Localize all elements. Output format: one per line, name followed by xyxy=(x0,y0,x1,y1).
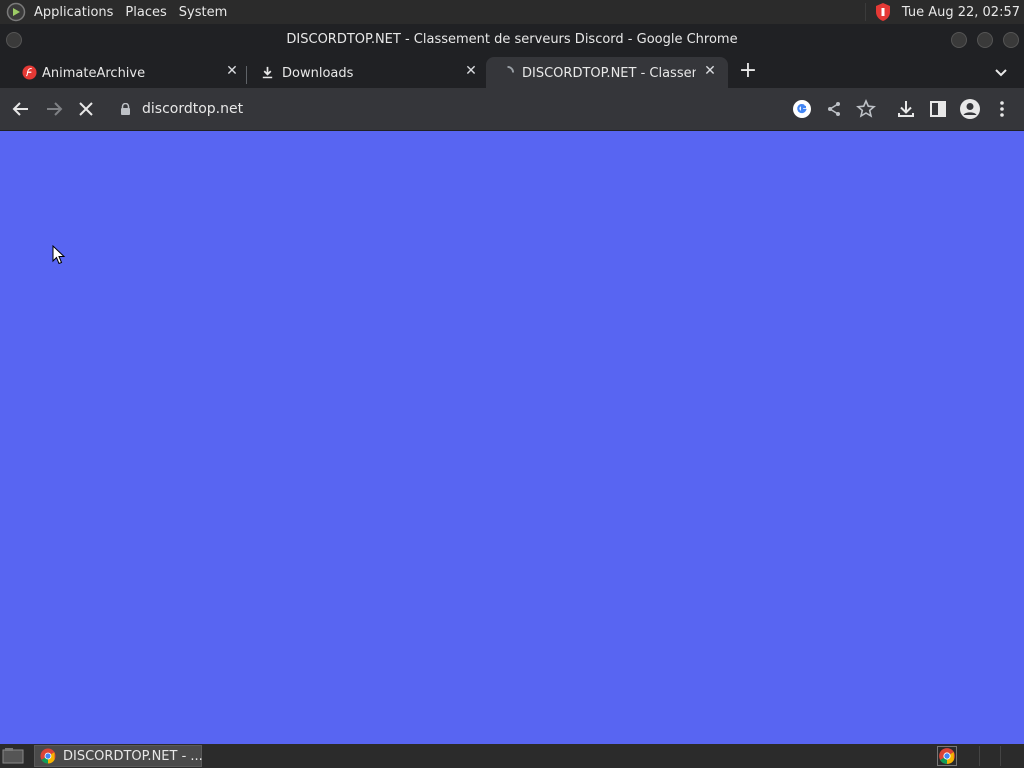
task-label: DISCORDTOP.NET - ... xyxy=(63,749,203,764)
loading-icon xyxy=(507,65,515,73)
chrome-icon[interactable] xyxy=(937,746,957,766)
chrome-icon xyxy=(40,748,56,764)
tab-label: AnimateArchive xyxy=(42,66,146,81)
applications-menu[interactable]: Applications xyxy=(34,5,113,20)
lock-icon[interactable] xyxy=(120,103,131,115)
show-desktop-icon[interactable] xyxy=(2,747,24,765)
bookmark-star-icon[interactable] xyxy=(855,98,877,120)
workspace-3[interactable] xyxy=(1001,746,1020,766)
close-window-button[interactable] xyxy=(1003,32,1019,48)
tab-label: Downloads xyxy=(282,66,354,81)
maximize-button[interactable] xyxy=(977,32,993,48)
new-tab-button[interactable]: + xyxy=(736,60,760,84)
tab-label: DISCORDTOP.NET - Classement de serveurs … xyxy=(522,66,696,81)
system-top-bar: Applications Places System Tue Aug 22, 0… xyxy=(0,0,1024,24)
tab-downloads[interactable]: Downloads ✕ xyxy=(248,57,484,88)
tab-strip: AnimateArchive ✕ Downloads ✕ DISCORDTOP.… xyxy=(0,55,1024,88)
profile-avatar-icon[interactable] xyxy=(959,98,981,120)
browser-toolbar: discordtop.net xyxy=(0,88,1024,131)
forward-arrow-icon[interactable] xyxy=(43,98,65,120)
google-lens-icon[interactable] xyxy=(791,98,813,120)
shield-icon[interactable] xyxy=(874,2,892,22)
window-title: DISCORDTOP.NET - Classement de serveurs … xyxy=(286,32,738,47)
mint-logo-icon[interactable] xyxy=(6,2,26,22)
more-menu-icon[interactable] xyxy=(991,98,1013,120)
system-menu[interactable]: System xyxy=(179,5,227,20)
url-text[interactable]: discordtop.net xyxy=(142,101,243,117)
tray-separator xyxy=(864,3,866,21)
page-content[interactable] xyxy=(0,131,1024,744)
side-panel-icon[interactable] xyxy=(927,98,949,120)
taskbar-chrome-window[interactable]: DISCORDTOP.NET - ... xyxy=(34,745,203,767)
tab-close-icon[interactable]: ✕ xyxy=(464,64,478,78)
download-icon[interactable] xyxy=(895,98,917,120)
address-bar[interactable]: discordtop.net xyxy=(110,93,882,125)
tab-close-icon[interactable]: ✕ xyxy=(225,64,239,78)
clock[interactable]: Tue Aug 22, 02:57 xyxy=(902,5,1020,20)
minimize-button[interactable] xyxy=(951,32,967,48)
workspace-switcher[interactable] xyxy=(960,746,1020,766)
workspace-2[interactable] xyxy=(980,746,1001,766)
stop-loading-icon[interactable] xyxy=(75,98,97,120)
flash-icon xyxy=(22,65,37,80)
mouse-cursor-icon xyxy=(52,245,66,265)
tab-discordtop[interactable]: DISCORDTOP.NET - Classement de serveurs … xyxy=(486,57,728,88)
back-arrow-icon[interactable] xyxy=(10,98,32,120)
window-title-bar[interactable]: DISCORDTOP.NET - Classement de serveurs … xyxy=(0,24,1024,55)
taskbar: DISCORDTOP.NET - ... xyxy=(0,744,1024,768)
tab-divider xyxy=(246,66,247,84)
chevron-down-icon[interactable] xyxy=(992,63,1010,81)
download-icon xyxy=(262,66,273,79)
tab-animatearchive[interactable]: AnimateArchive ✕ xyxy=(8,57,244,88)
tab-close-icon[interactable]: ✕ xyxy=(703,64,717,78)
places-menu[interactable]: Places xyxy=(125,5,166,20)
workspace-1[interactable] xyxy=(960,746,981,766)
share-icon[interactable] xyxy=(823,98,845,120)
